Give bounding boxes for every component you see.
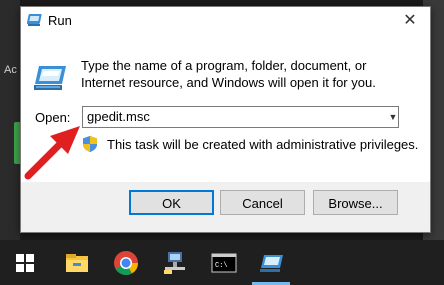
- taskbar: C:\: [0, 240, 444, 285]
- run-app-icon: [27, 14, 42, 26]
- red-arrow-annotation: [24, 126, 80, 180]
- windows-start-icon[interactable]: [15, 253, 35, 273]
- open-label: Open:: [35, 110, 71, 125]
- svg-text:C:\: C:\: [215, 262, 228, 270]
- run-icon[interactable]: [258, 250, 284, 276]
- desktop-background-left: [0, 0, 20, 240]
- cancel-button[interactable]: Cancel: [220, 190, 305, 215]
- file-explorer-icon[interactable]: [64, 250, 90, 276]
- open-input[interactable]: gpedit.msc: [82, 106, 399, 128]
- browse-button[interactable]: Browse...: [313, 190, 398, 215]
- description-text: Type the name of a program, folder, docu…: [81, 58, 376, 90]
- chrome-icon[interactable]: [113, 250, 139, 276]
- run-dialog: Run ✕ Type the name of a program, folder…: [20, 6, 431, 233]
- command-prompt-icon[interactable]: C:\: [211, 250, 237, 276]
- network-icon[interactable]: [162, 250, 188, 276]
- ok-button[interactable]: OK: [129, 190, 214, 215]
- window-title: Run: [48, 13, 72, 28]
- background-text-fragment: Ac: [4, 64, 17, 76]
- run-large-icon: [34, 66, 66, 90]
- chevron-down-icon[interactable]: ▼: [387, 107, 399, 127]
- admin-privileges-note: This task will be created with administr…: [107, 137, 419, 152]
- open-input-value: gpedit.msc: [87, 109, 150, 124]
- close-button[interactable]: ✕: [390, 7, 430, 35]
- title-bar[interactable]: Run ✕: [21, 7, 430, 35]
